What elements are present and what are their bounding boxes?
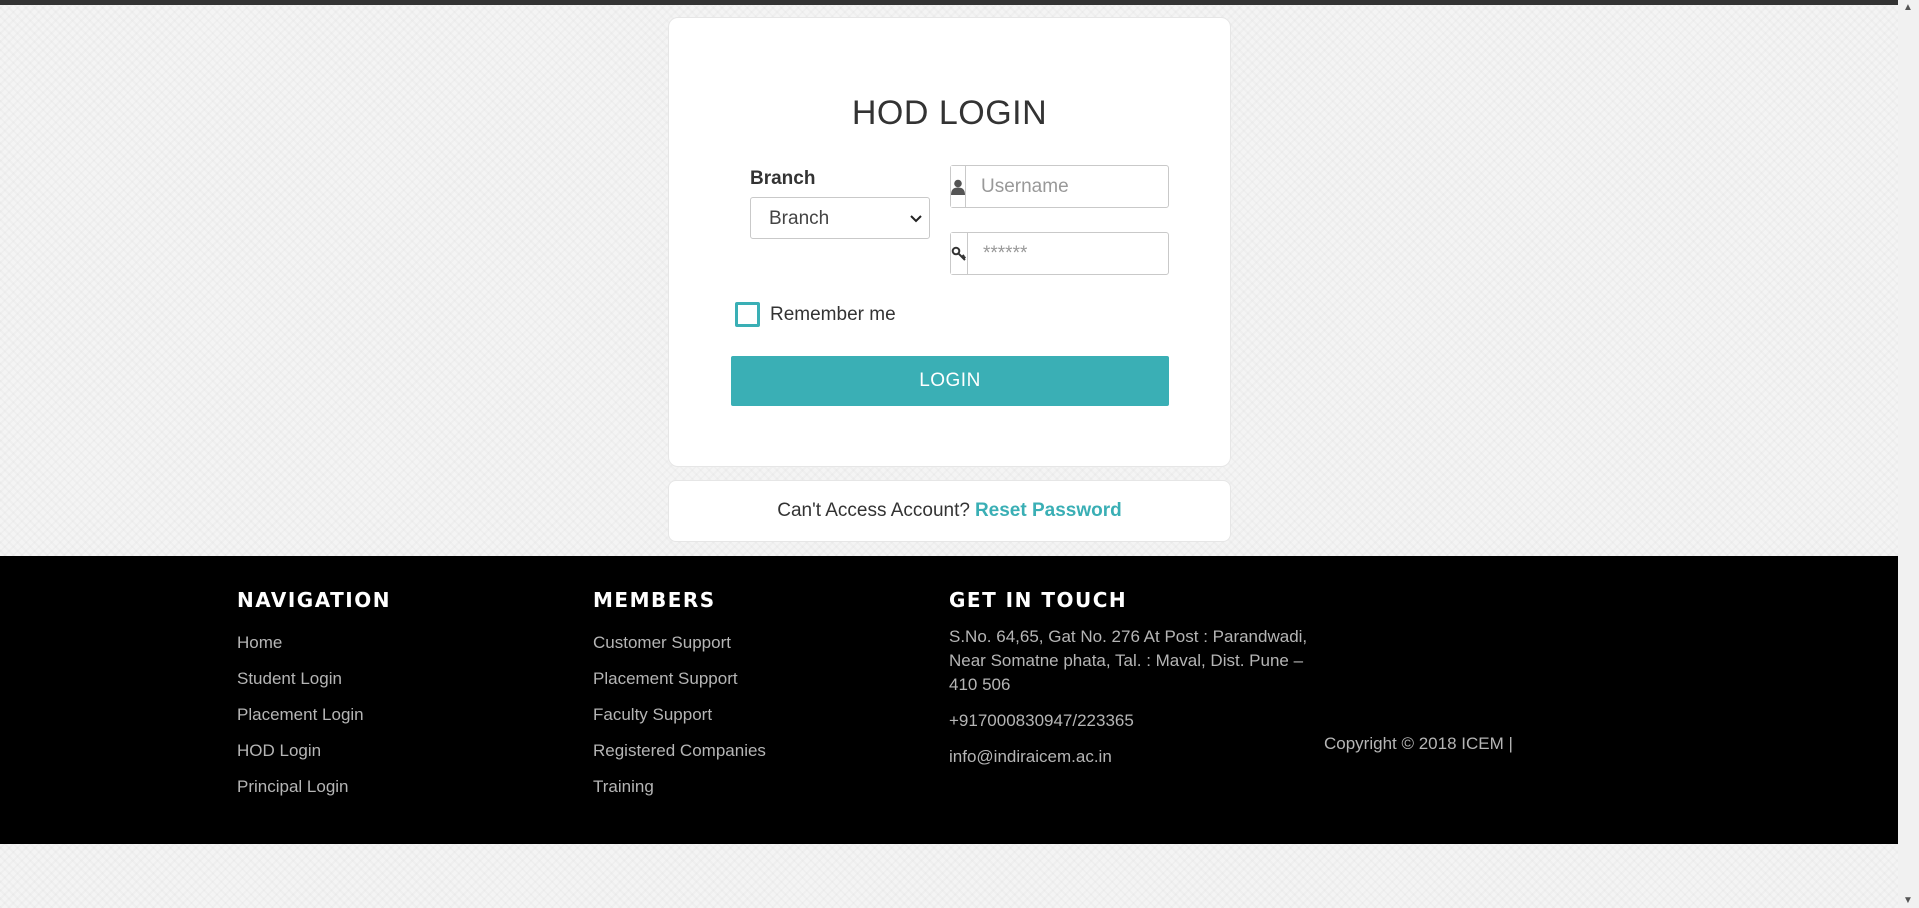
member-link-registered-companies[interactable]: Registered Companies [593, 741, 766, 760]
nav-link-hod-login[interactable]: HOD Login [237, 741, 321, 760]
password-group [950, 232, 1243, 275]
nav-link-placement-login[interactable]: Placement Login [237, 705, 364, 724]
remember-label: Remember me [770, 303, 896, 325]
copyright: Copyright © 2018 ICEM | [1324, 734, 1513, 753]
member-link-customer-support[interactable]: Customer Support [593, 633, 731, 652]
top-strip [0, 0, 1898, 5]
members-heading: MEMBERS [593, 588, 716, 612]
scroll-up-icon[interactable]: ▲ [1903, 2, 1913, 13]
member-link-faculty-support[interactable]: Faculty Support [593, 705, 712, 724]
nav-link-home[interactable]: Home [237, 633, 282, 652]
footer-members: MEMBERS Customer Support Placement Suppo… [593, 588, 766, 805]
username-input[interactable] [966, 166, 1241, 207]
contact-phone: +917000830947/223365 [949, 711, 1134, 730]
navigation-heading: NAVIGATION [237, 588, 391, 612]
contact-address: S.No. 64,65, Gat No. 276 At Post : Paran… [949, 627, 1308, 694]
footer-contact: GET IN TOUCH S.No. 64,65, Gat No. 276 At… [949, 588, 1319, 769]
login-card: HOD LOGIN Branch Branch Remember me LOGI… [668, 17, 1243, 467]
footer: NAVIGATION Home Student Login Placement … [0, 556, 1898, 844]
contact-email: info@indiraicem.ac.in [949, 747, 1112, 766]
user-icon [951, 166, 966, 207]
username-group [950, 165, 1241, 208]
scrollbar[interactable]: ▲ ▼ [1898, 0, 1919, 908]
member-link-placement-support[interactable]: Placement Support [593, 669, 738, 688]
remember-me: Remember me [735, 302, 896, 327]
login-button[interactable]: LOGIN [731, 356, 1169, 406]
page-title: HOD LOGIN [851, 94, 1048, 132]
member-link-training[interactable]: Training [593, 777, 654, 796]
nav-link-principal-login[interactable]: Principal Login [237, 777, 349, 796]
scroll-down-icon[interactable]: ▼ [1903, 895, 1913, 906]
members-list: Customer Support Placement Support Facul… [593, 625, 766, 805]
password-input[interactable] [968, 233, 1243, 274]
nav-link-student-login[interactable]: Student Login [237, 669, 342, 688]
branch-select[interactable]: Branch [750, 197, 930, 239]
branch-label: Branch [750, 168, 816, 189]
key-icon [951, 233, 968, 274]
reset-prompt: Can't Access Account? [777, 500, 970, 521]
navigation-list: Home Student Login Placement Login HOD L… [237, 625, 391, 805]
remember-checkbox[interactable] [735, 302, 760, 327]
contact-heading: GET IN TOUCH [949, 588, 1128, 612]
reset-password-link[interactable]: Reset Password [975, 500, 1122, 522]
reset-box: Can't Access Account? Reset Password [668, 480, 1231, 542]
footer-navigation: NAVIGATION Home Student Login Placement … [237, 588, 391, 805]
